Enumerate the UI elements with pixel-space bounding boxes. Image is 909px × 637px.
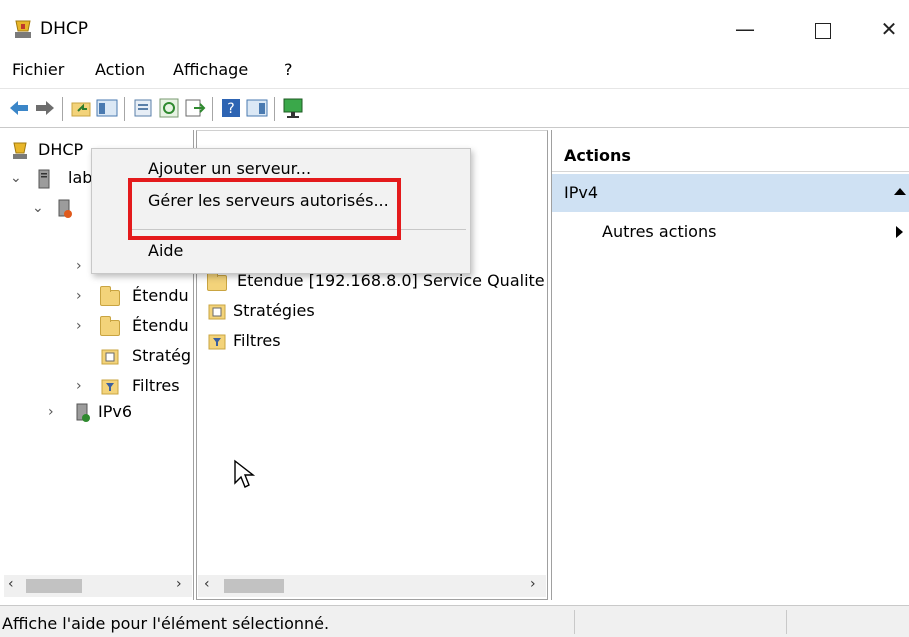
dhcp-icon — [13, 142, 27, 159]
chevron-right-icon[interactable]: › — [76, 288, 82, 304]
red-highlight-box — [128, 178, 401, 240]
dhcp-app-icon — [15, 20, 31, 38]
policy-icon — [208, 304, 226, 320]
tree-node-ipv6[interactable]: › IPv6 — [48, 402, 168, 432]
maximize-icon — [815, 22, 831, 39]
scroll-left-icon[interactable]: ‹ — [8, 576, 14, 592]
menu-bar: Fichier Action Affichage ? — [0, 56, 909, 86]
folder-icon — [100, 286, 120, 306]
toolbar-separator — [62, 97, 63, 121]
back-arrow-icon[interactable] — [8, 97, 30, 119]
menu-affichage[interactable]: Affichage — [173, 60, 248, 79]
minimize-button[interactable]: — — [722, 12, 768, 46]
properties-icon[interactable] — [132, 97, 154, 119]
window-title: DHCP — [40, 19, 88, 39]
toolbar-separator — [212, 97, 213, 121]
chevron-down-icon[interactable]: ⌄ — [32, 200, 44, 216]
actions-section-ipv4[interactable]: IPv4 — [552, 174, 909, 212]
up-folder-icon[interactable] — [70, 97, 92, 119]
close-button[interactable]: ✕ — [866, 12, 909, 46]
other-actions-link[interactable]: Autres actions — [602, 222, 716, 241]
actions-pane: Actions IPv4 Autres actions — [551, 130, 909, 600]
tree-label-filtres: Filtres — [132, 376, 180, 395]
maximize-button[interactable] — [800, 12, 846, 46]
list-item-label: Stratégies — [233, 301, 315, 320]
actions-header: Actions — [552, 140, 909, 172]
status-separator — [786, 610, 787, 634]
tree-label-server: lab — [68, 168, 93, 187]
forward-arrow-icon[interactable] — [34, 97, 56, 119]
tree-node-strategies[interactable]: Stratég — [76, 346, 196, 376]
svg-text:?: ? — [227, 101, 234, 117]
show-tree-icon[interactable] — [96, 97, 118, 119]
status-bar: Affiche l'aide pour l'élément sélectionn… — [0, 605, 909, 637]
actions-section-label: IPv4 — [564, 183, 599, 202]
tree-label-dhcp: DHCP — [38, 140, 84, 159]
ipv4-icon — [58, 199, 72, 218]
menu-action[interactable]: Action — [95, 60, 145, 79]
menu-item-add-server[interactable]: Ajouter un serveur... — [148, 159, 311, 178]
tree-label-strategies: Stratég — [132, 346, 192, 365]
filter-icon — [101, 379, 119, 395]
tree-label-ipv6: IPv6 — [98, 402, 133, 421]
content-hscrollbar[interactable]: ‹ › — [198, 575, 546, 597]
refresh-icon[interactable] — [158, 97, 180, 119]
filter-icon — [208, 334, 226, 350]
show-action-pane-icon[interactable] — [246, 97, 268, 119]
help-icon[interactable]: ? — [220, 97, 242, 119]
collapse-up-icon[interactable] — [894, 188, 906, 195]
toolbar: ? — [0, 88, 909, 128]
toolbar-separator — [124, 97, 125, 121]
tree-label-etendue-2: Étendu — [132, 316, 189, 335]
status-text: Affiche l'aide pour l'élément sélectionn… — [2, 614, 330, 633]
menu-fichier[interactable]: Fichier — [12, 60, 64, 79]
menu-item-help[interactable]: Aide — [148, 241, 183, 260]
ipv6-icon — [76, 403, 90, 422]
submenu-arrow-icon — [896, 226, 903, 238]
title-bar: DHCP — ✕ — [0, 0, 909, 56]
list-item[interactable]: Filtres — [207, 331, 407, 361]
tree-node-ipv4[interactable]: ⌄ — [32, 198, 92, 228]
menu-help[interactable]: ? — [284, 60, 293, 79]
toolbar-separator — [274, 97, 275, 121]
mouse-cursor-icon — [234, 459, 256, 488]
chevron-right-icon[interactable]: › — [76, 258, 82, 274]
chevron-down-icon[interactable]: ⌄ — [10, 170, 22, 186]
scroll-thumb[interactable] — [224, 579, 284, 593]
server-monitor-icon[interactable] — [282, 97, 304, 119]
export-list-icon[interactable] — [184, 97, 206, 119]
list-item[interactable]: Etendue [192.168.8.0] Service Qualite — [207, 271, 547, 301]
scroll-right-icon[interactable]: › — [530, 576, 536, 592]
list-item-label: Filtres — [233, 331, 281, 350]
tree-hscrollbar[interactable]: ‹ › — [4, 575, 192, 597]
chevron-right-icon[interactable]: › — [76, 318, 82, 334]
policy-icon — [101, 349, 119, 365]
tree-label-etendue-1: Étendu — [132, 286, 189, 305]
status-separator — [574, 610, 575, 634]
list-item[interactable]: Stratégies — [207, 301, 407, 331]
chevron-right-icon[interactable]: › — [76, 378, 82, 394]
scroll-thumb[interactable] — [26, 579, 82, 593]
server-icon — [38, 169, 50, 189]
folder-icon — [207, 271, 227, 291]
folder-icon — [100, 316, 120, 336]
scroll-right-icon[interactable]: › — [176, 576, 182, 592]
chevron-right-icon[interactable]: › — [48, 404, 54, 420]
tree-node-etendue-1[interactable]: › Étendu — [76, 286, 196, 316]
tree-node-etendue-2[interactable]: › Étendu — [76, 316, 196, 346]
scroll-left-icon[interactable]: ‹ — [204, 576, 210, 592]
